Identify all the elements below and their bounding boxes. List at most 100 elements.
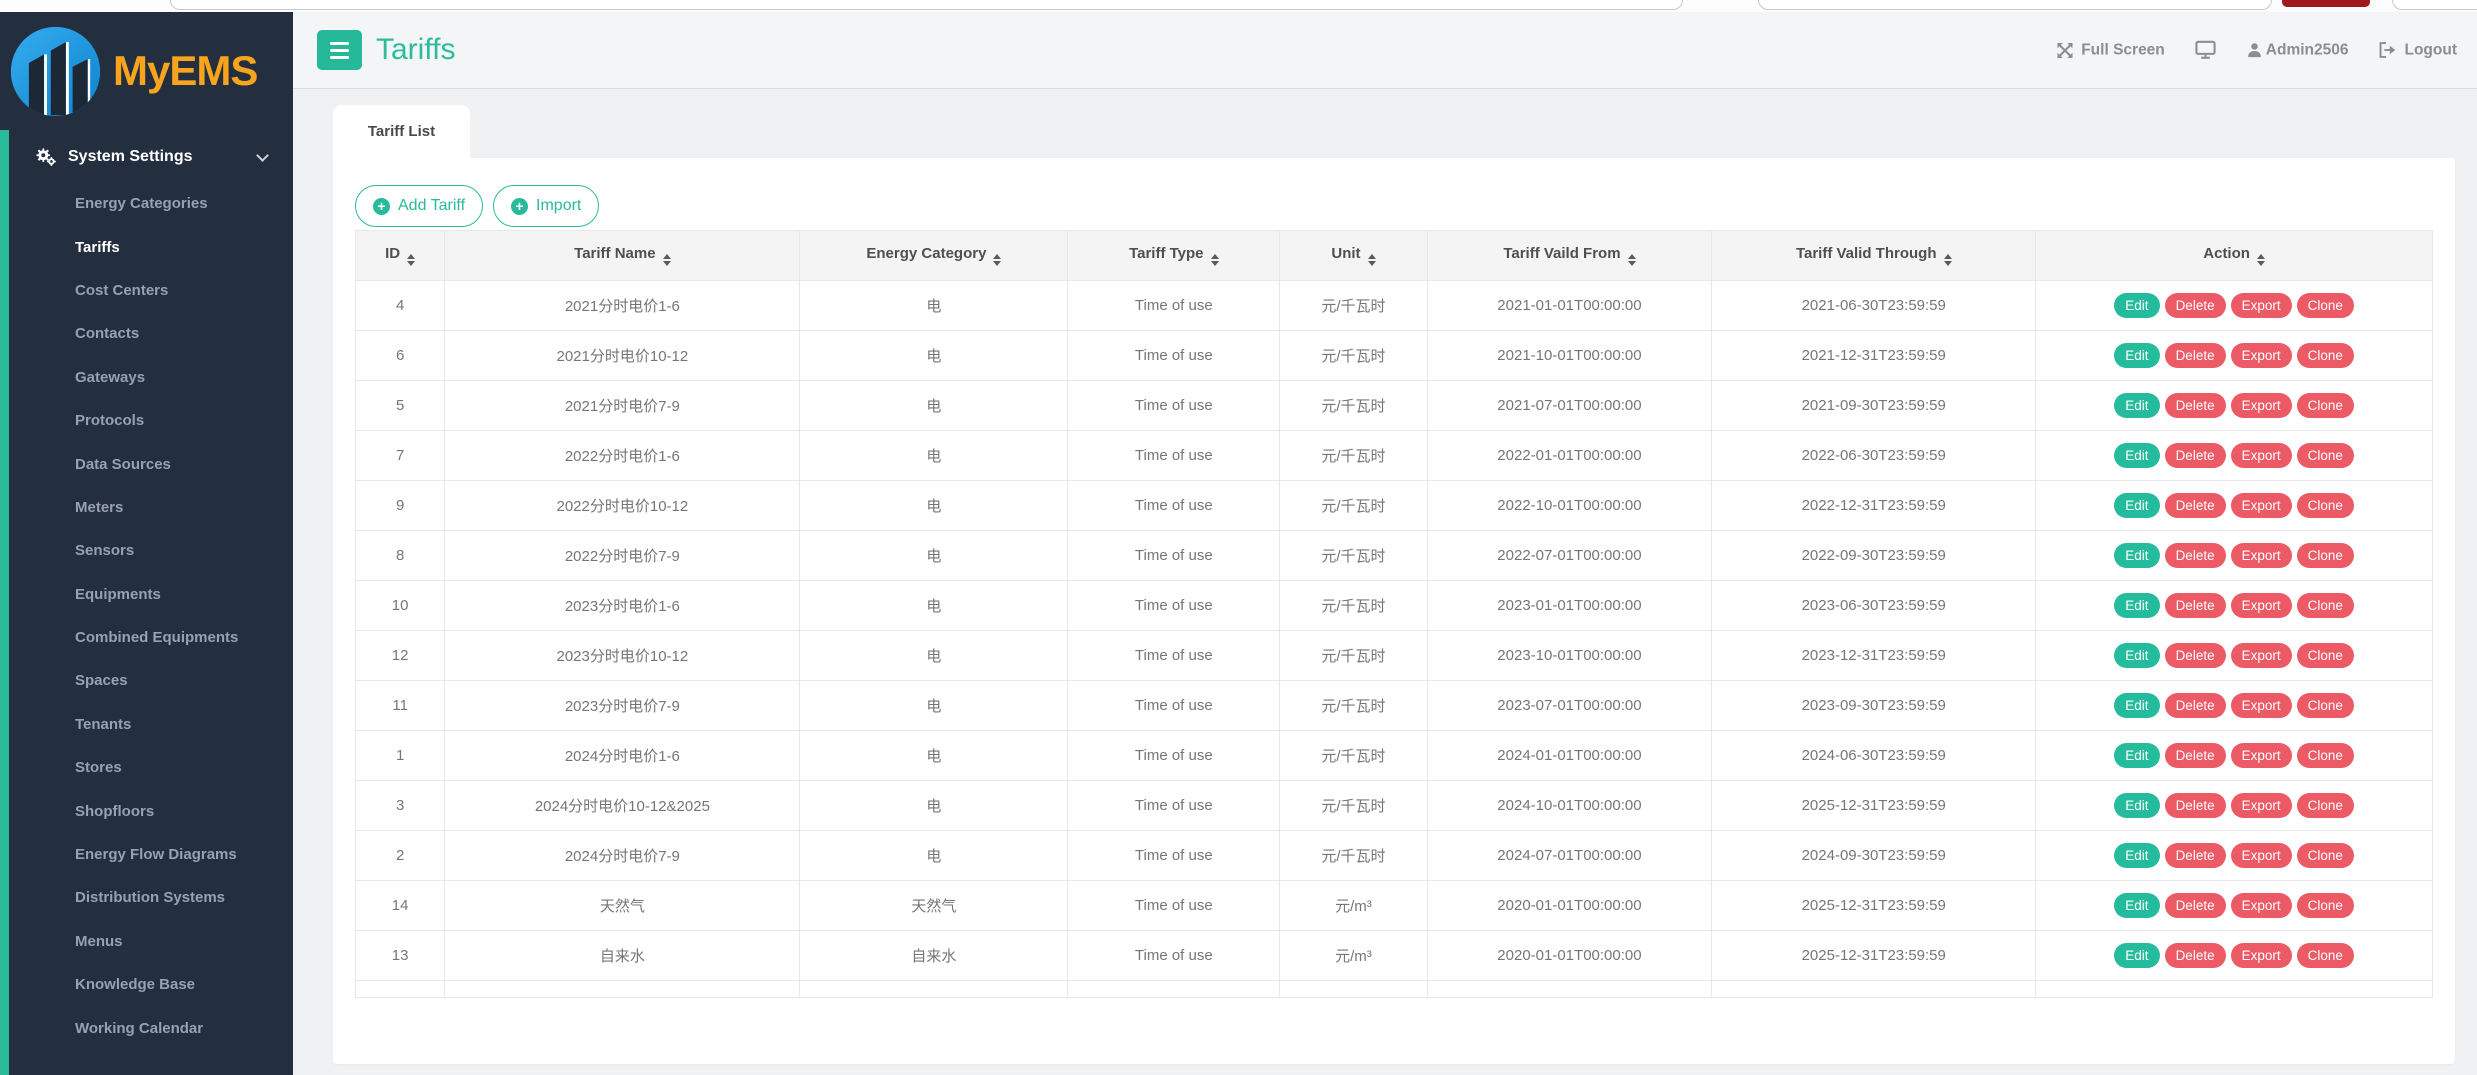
column-header-energy-category[interactable]: Energy Category: [800, 231, 1068, 281]
export-button[interactable]: Export: [2231, 743, 2292, 768]
edit-button[interactable]: Edit: [2114, 493, 2159, 518]
sidebar-item-shopfloors[interactable]: Shopfloors: [0, 789, 293, 832]
export-button[interactable]: Export: [2231, 843, 2292, 868]
export-button[interactable]: Export: [2231, 693, 2292, 718]
edit-button[interactable]: Edit: [2114, 943, 2159, 968]
sidebar-item-sensors[interactable]: Sensors: [0, 529, 293, 572]
delete-button[interactable]: Delete: [2165, 293, 2226, 318]
sidebar-item-contacts[interactable]: Contacts: [0, 312, 293, 355]
clone-button[interactable]: Clone: [2297, 743, 2354, 768]
column-header-tariff-name[interactable]: Tariff Name: [445, 231, 800, 281]
delete-button[interactable]: Delete: [2165, 393, 2226, 418]
sidebar-item-stores[interactable]: Stores: [0, 746, 293, 789]
export-button[interactable]: Export: [2231, 393, 2292, 418]
sidebar-item-energy-categories[interactable]: Energy Categories: [0, 182, 293, 225]
sidebar-item-tariffs[interactable]: Tariffs: [0, 225, 293, 268]
column-header-unit[interactable]: Unit: [1280, 231, 1427, 281]
export-button[interactable]: Export: [2231, 643, 2292, 668]
delete-button[interactable]: Delete: [2165, 493, 2226, 518]
sidebar-item-meters[interactable]: Meters: [0, 486, 293, 529]
edit-button[interactable]: Edit: [2114, 593, 2159, 618]
clone-button[interactable]: Clone: [2297, 943, 2354, 968]
export-button[interactable]: Export: [2231, 793, 2292, 818]
display-settings-button[interactable]: [2195, 41, 2216, 60]
edit-button[interactable]: Edit: [2114, 543, 2159, 568]
clone-button[interactable]: Clone: [2297, 843, 2354, 868]
sidebar-item-combined-equipments[interactable]: Combined Equipments: [0, 616, 293, 659]
cell-unit: 元/千瓦时: [1280, 531, 1427, 581]
clone-button[interactable]: Clone: [2297, 793, 2354, 818]
sidebar-item-distribution-systems[interactable]: Distribution Systems: [0, 876, 293, 919]
delete-button[interactable]: Delete: [2165, 693, 2226, 718]
export-button[interactable]: Export: [2231, 493, 2292, 518]
column-header-tariff-vaild-from[interactable]: Tariff Vaild From: [1427, 231, 1712, 281]
edit-button[interactable]: Edit: [2114, 643, 2159, 668]
sidebar-item-tenants[interactable]: Tenants: [0, 703, 293, 746]
delete-button[interactable]: Delete: [2165, 593, 2226, 618]
cell-tariff-name: 2023分时电价10-12: [445, 631, 800, 681]
delete-button[interactable]: Delete: [2165, 343, 2226, 368]
clone-button[interactable]: Clone: [2297, 643, 2354, 668]
import-button[interactable]: + Import: [493, 185, 599, 227]
export-button[interactable]: Export: [2231, 943, 2292, 968]
export-button[interactable]: Export: [2231, 343, 2292, 368]
clone-button[interactable]: Clone: [2297, 393, 2354, 418]
cell-valid-from: 2023-10-01T00:00:00: [1427, 631, 1712, 681]
sidebar-item-menus[interactable]: Menus: [0, 920, 293, 963]
edit-button[interactable]: Edit: [2114, 393, 2159, 418]
delete-button[interactable]: Delete: [2165, 443, 2226, 468]
sidebar-item-knowledge-base[interactable]: Knowledge Base: [0, 963, 293, 1006]
cell-id: 4: [356, 281, 445, 331]
cell-id: 8: [356, 531, 445, 581]
export-button[interactable]: Export: [2231, 593, 2292, 618]
sidebar-section-system-settings[interactable]: System Settings: [0, 130, 293, 166]
delete-button[interactable]: Delete: [2165, 543, 2226, 568]
sidebar-item-spaces[interactable]: Spaces: [0, 659, 293, 702]
clone-button[interactable]: Clone: [2297, 493, 2354, 518]
clone-button[interactable]: Clone: [2297, 543, 2354, 568]
edit-button[interactable]: Edit: [2114, 693, 2159, 718]
clone-button[interactable]: Clone: [2297, 593, 2354, 618]
delete-button[interactable]: Delete: [2165, 743, 2226, 768]
sidebar-item-gateways[interactable]: Gateways: [0, 356, 293, 399]
edit-button[interactable]: Edit: [2114, 343, 2159, 368]
delete-button[interactable]: Delete: [2165, 943, 2226, 968]
edit-button[interactable]: Edit: [2114, 793, 2159, 818]
delete-button[interactable]: Delete: [2165, 793, 2226, 818]
sidebar-item-equipments[interactable]: Equipments: [0, 573, 293, 616]
export-button[interactable]: Export: [2231, 443, 2292, 468]
clone-button[interactable]: Clone: [2297, 693, 2354, 718]
edit-button[interactable]: Edit: [2114, 293, 2159, 318]
sidebar-item-working-calendar[interactable]: Working Calendar: [0, 1006, 293, 1049]
sidebar-item-protocols[interactable]: Protocols: [0, 399, 293, 442]
sidebar-item-energy-flow-diagrams[interactable]: Energy Flow Diagrams: [0, 833, 293, 876]
sidebar-item-cost-centers[interactable]: Cost Centers: [0, 269, 293, 312]
export-button[interactable]: Export: [2231, 543, 2292, 568]
tab-tariff-list[interactable]: Tariff List: [333, 105, 470, 158]
sidebar-item-data-sources[interactable]: Data Sources: [0, 442, 293, 485]
delete-button[interactable]: Delete: [2165, 893, 2226, 918]
user-menu[interactable]: Admin2506: [2246, 41, 2349, 59]
add-tariff-button[interactable]: + Add Tariff: [355, 185, 483, 227]
clone-button[interactable]: Clone: [2297, 293, 2354, 318]
delete-button[interactable]: Delete: [2165, 843, 2226, 868]
column-header-id[interactable]: ID: [356, 231, 445, 281]
brand-logo[interactable]: MyEMS: [0, 12, 293, 130]
clone-button[interactable]: Clone: [2297, 443, 2354, 468]
export-button[interactable]: Export: [2231, 893, 2292, 918]
column-header-tariff-type[interactable]: Tariff Type: [1068, 231, 1280, 281]
edit-button[interactable]: Edit: [2114, 443, 2159, 468]
sidebar-toggle-button[interactable]: [317, 30, 362, 70]
clone-button[interactable]: Clone: [2297, 893, 2354, 918]
delete-button[interactable]: Delete: [2165, 643, 2226, 668]
clone-button[interactable]: Clone: [2297, 343, 2354, 368]
export-button[interactable]: Export: [2231, 293, 2292, 318]
edit-button[interactable]: Edit: [2114, 843, 2159, 868]
cell-unit: 元/m³: [1280, 931, 1427, 981]
fullscreen-button[interactable]: Full Screen: [2056, 41, 2165, 59]
column-header-action[interactable]: Action: [2036, 231, 2433, 281]
column-header-tariff-valid-through[interactable]: Tariff Valid Through: [1712, 231, 2036, 281]
edit-button[interactable]: Edit: [2114, 743, 2159, 768]
edit-button[interactable]: Edit: [2114, 893, 2159, 918]
logout-button[interactable]: Logout: [2378, 41, 2457, 59]
